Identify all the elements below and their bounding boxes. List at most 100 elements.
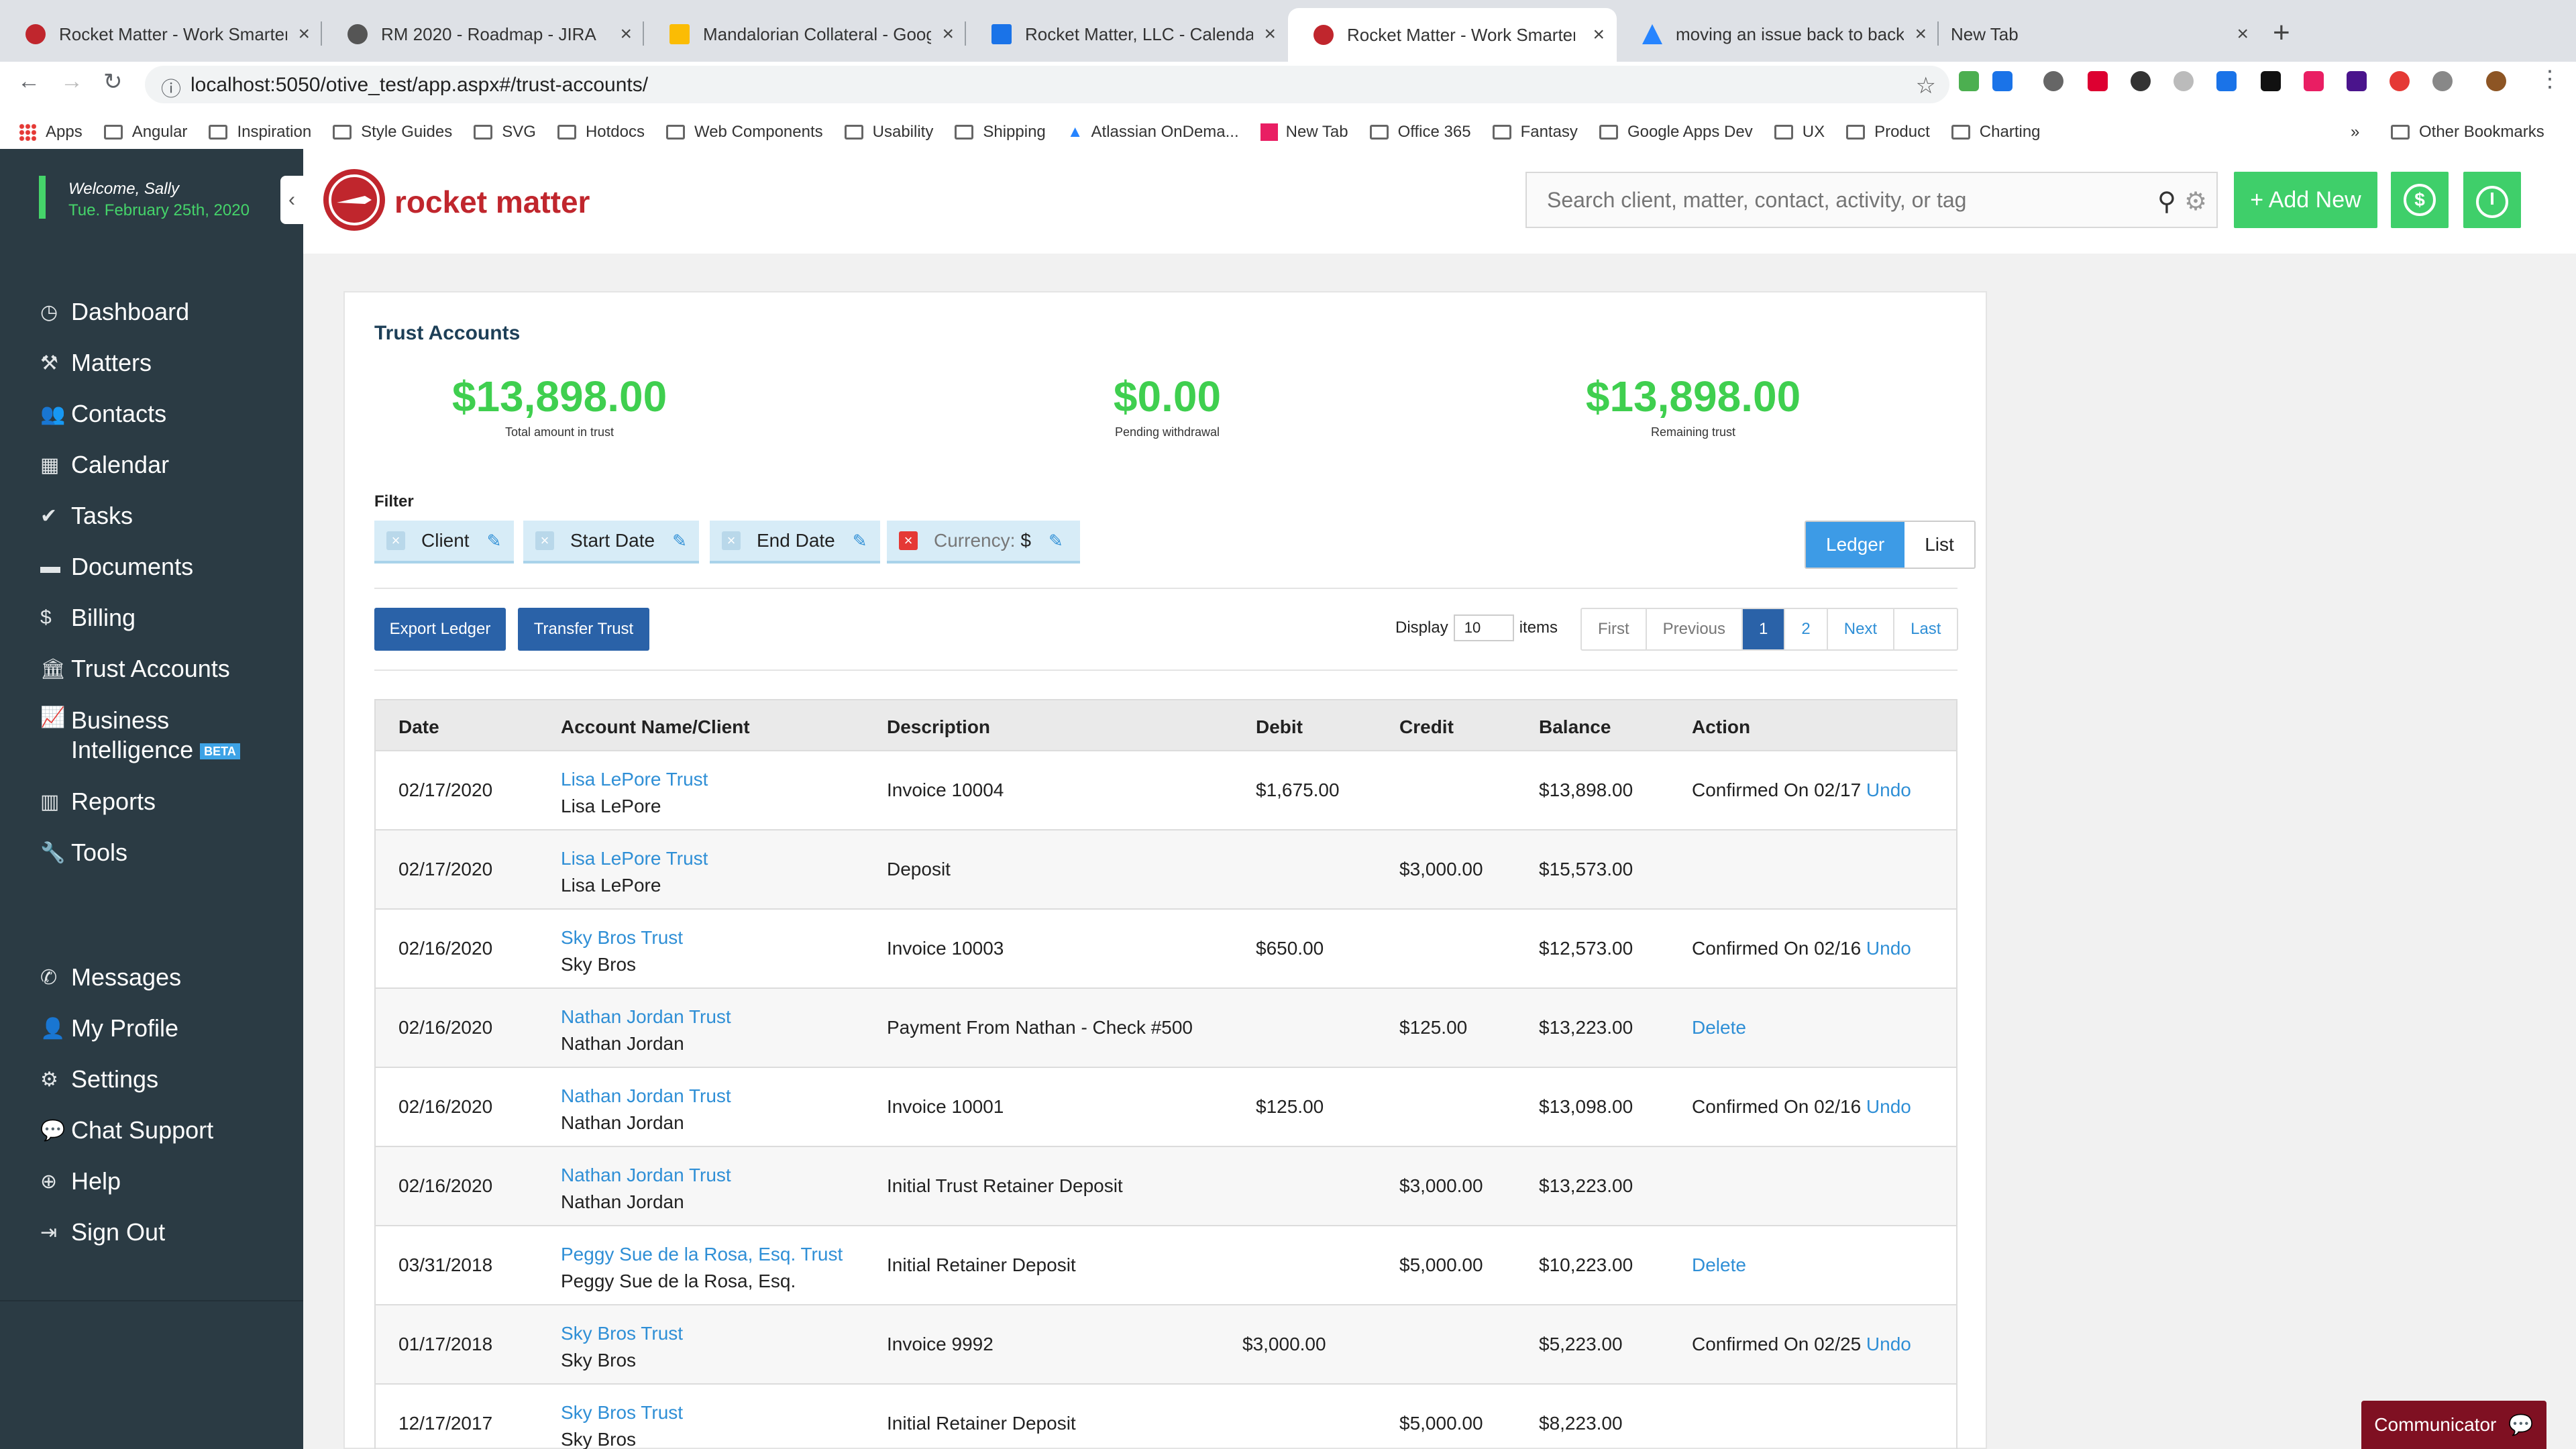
communicator-button[interactable]: Communicator 💬 <box>2361 1401 2546 1449</box>
remove-filter-icon[interactable]: × <box>722 531 741 550</box>
rocket-matter-logo-icon[interactable] <box>323 169 385 231</box>
search-icon[interactable]: ⚲ <box>2157 186 2176 217</box>
extension-icon[interactable] <box>1959 71 1979 91</box>
extension-icon[interactable] <box>2131 71 2151 91</box>
account-link[interactable]: Nathan Jordan Trust <box>561 1004 731 1030</box>
pager-first[interactable]: First <box>1582 609 1647 649</box>
close-tab-icon[interactable]: × <box>1593 23 1605 46</box>
close-tab-icon[interactable]: × <box>298 23 310 46</box>
angular-icon[interactable] <box>2088 71 2108 91</box>
browser-tab[interactable]: RM 2020 - Roadmap - JIRA × <box>322 12 644 56</box>
undo-link[interactable]: Undo <box>1866 1334 1911 1354</box>
browser-tab-active[interactable]: Rocket Matter - Work Smarter. × <box>1288 8 1617 62</box>
close-tab-icon[interactable]: × <box>2237 23 2249 46</box>
timer-button[interactable] <box>2463 172 2521 228</box>
nav-matters[interactable]: ⚒ Matters <box>40 349 152 377</box>
bookmark-folder[interactable]: Web Components <box>665 123 823 142</box>
column-header-account[interactable]: Account Name/Client <box>561 716 750 738</box>
nav-billing[interactable]: $ Billing <box>40 604 136 632</box>
bookmark-folder[interactable]: Charting <box>1951 123 2041 142</box>
extension-icon[interactable] <box>1992 71 2012 91</box>
browser-tab[interactable]: Rocket Matter - Work Smarter. × <box>0 12 322 56</box>
bookmark-folder[interactable]: Usability <box>844 123 933 142</box>
account-link[interactable]: Peggy Sue de la Rosa, Esq. Trust <box>561 1241 843 1268</box>
profile-avatar-icon[interactable] <box>2486 71 2506 91</box>
nav-sign-out[interactable]: ⇥ Sign Out <box>40 1218 165 1246</box>
bookmark-folder[interactable]: Fantasy <box>1492 123 1578 142</box>
pager-previous[interactable]: Previous <box>1647 609 1743 649</box>
nav-messages[interactable]: ✆ Messages <box>40 963 181 991</box>
nav-tools[interactable]: 🔧 Tools <box>40 839 127 867</box>
ledger-view-button[interactable]: Ledger <box>1806 522 1905 568</box>
bookmark-folder[interactable]: Hotdocs <box>557 123 645 142</box>
bookmark-star-icon[interactable]: ☆ <box>1916 72 1936 99</box>
bookmark-apps[interactable]: Apps <box>19 123 83 142</box>
nav-dashboard[interactable]: ◷ Dashboard <box>40 298 189 326</box>
browser-tab[interactable]: moving an issue back to backlo × <box>1617 12 1939 56</box>
transfer-trust-button[interactable]: Transfer Trust <box>518 608 649 651</box>
logo-wordmark[interactable]: rocket matter <box>394 184 590 220</box>
nav-tasks[interactable]: ✔ Tasks <box>40 502 133 530</box>
nav-my-profile[interactable]: 👤 My Profile <box>40 1014 178 1042</box>
edit-pencil-icon[interactable]: ✎ <box>853 531 867 551</box>
export-ledger-button[interactable]: Export Ledger <box>374 608 506 651</box>
undo-link[interactable]: Undo <box>1866 780 1911 800</box>
filter-chip-start-date[interactable]: × Start Date ✎ <box>523 521 699 564</box>
close-tab-icon[interactable]: × <box>620 23 632 46</box>
column-header-balance[interactable]: Balance <box>1539 716 1611 738</box>
nav-help[interactable]: ⊕ Help <box>40 1167 121 1195</box>
undo-link[interactable]: Undo <box>1866 938 1911 959</box>
bookmark-folder[interactable]: UX <box>1774 123 1825 142</box>
nav-settings[interactable]: ⚙ Settings <box>40 1065 158 1093</box>
browser-tab[interactable]: Rocket Matter, LLC - Calendar × <box>966 12 1288 56</box>
forward-arrow-icon[interactable]: → <box>60 68 83 95</box>
extension-icon[interactable] <box>2390 71 2410 91</box>
other-bookmarks[interactable]: Other Bookmarks <box>2391 123 2544 142</box>
bookmarks-overflow[interactable]: » <box>2351 123 2359 142</box>
back-arrow-icon[interactable]: ← <box>17 68 40 95</box>
bookmark-folder[interactable]: Product <box>1846 123 1930 142</box>
global-search[interactable]: ⚲ ⚙ <box>1525 172 2218 228</box>
close-tab-icon[interactable]: × <box>1264 23 1276 46</box>
browser-menu-icon[interactable]: ⋮ <box>2538 66 2561 93</box>
account-link[interactable]: Sky Bros Trust <box>561 924 683 951</box>
nav-calendar[interactable]: ▦ Calendar <box>40 451 169 479</box>
browser-tab[interactable]: Mandalorian Collateral - Google × <box>644 12 966 56</box>
filter-chip-currency[interactable]: × Currency: $ ✎ <box>887 521 1080 564</box>
delete-link[interactable]: Delete <box>1692 1254 1746 1275</box>
address-bar[interactable]: ⓘ localhost:5050/otive_test/app.aspx#/tr… <box>145 66 1949 103</box>
page-size-select[interactable]: 10 <box>1453 614 1514 641</box>
nav-documents[interactable]: ▬ Documents <box>40 553 193 581</box>
extension-icon[interactable] <box>2216 71 2237 91</box>
new-tab-plus-icon[interactable]: + <box>2273 16 2290 50</box>
account-link[interactable]: Nathan Jordan Trust <box>561 1083 731 1110</box>
extension-icon[interactable] <box>2304 71 2324 91</box>
search-settings-gear-icon[interactable]: ⚙ <box>2184 186 2207 217</box>
info-icon[interactable]: ⓘ <box>161 72 181 102</box>
account-link[interactable]: Sky Bros Trust <box>561 1399 683 1426</box>
pager-next[interactable]: Next <box>1828 609 1895 649</box>
close-tab-icon[interactable]: × <box>1915 23 1927 46</box>
account-link[interactable]: Nathan Jordan Trust <box>561 1162 731 1189</box>
bookmark-folder[interactable]: Angular <box>103 123 187 142</box>
collapse-sidebar-chevron-icon[interactable]: ‹ <box>280 176 303 224</box>
nav-chat-support[interactable]: 💬 Chat Support <box>40 1116 213 1144</box>
remove-filter-icon[interactable]: × <box>899 531 918 550</box>
bookmark-atlassian[interactable]: ▲ Atlassian OnDema... <box>1067 123 1239 142</box>
filter-chip-end-date[interactable]: × End Date ✎ <box>710 521 880 564</box>
extension-icon[interactable] <box>2261 71 2281 91</box>
extension-icon[interactable] <box>2174 71 2194 91</box>
search-input[interactable] <box>1527 173 2104 227</box>
pager-page-2[interactable]: 2 <box>1785 609 1828 649</box>
delete-link[interactable]: Delete <box>1692 1017 1746 1038</box>
edit-pencil-icon[interactable]: ✎ <box>487 531 502 551</box>
edit-pencil-icon[interactable]: ✎ <box>672 531 687 551</box>
bookmark-folder[interactable]: Office 365 <box>1369 123 1471 142</box>
reload-icon[interactable]: ↻ <box>103 68 123 95</box>
bookmark-folder[interactable]: Inspiration <box>209 123 311 142</box>
bookmark-folder[interactable]: Google Apps Dev <box>1599 123 1753 142</box>
bookmark-folder[interactable]: SVG <box>474 123 536 142</box>
nav-business-intelligence[interactable]: 📈 Business Intelligence BETA <box>40 706 240 766</box>
column-header-date[interactable]: Date <box>398 716 439 738</box>
filter-chip-client[interactable]: × Client ✎ <box>374 521 514 564</box>
